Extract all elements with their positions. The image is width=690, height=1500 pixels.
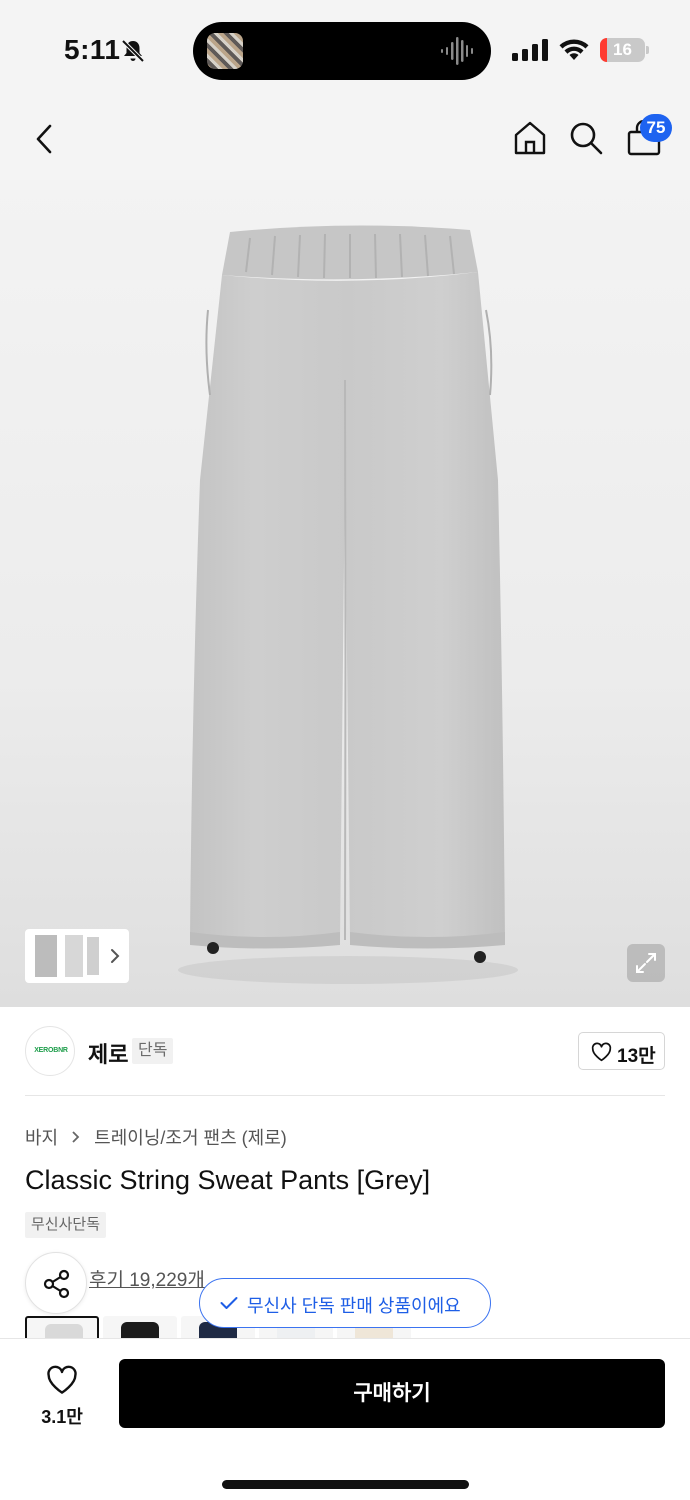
top-navigation: 75 <box>0 100 690 180</box>
product-title: Classic String Sweat Pants [Grey] <box>25 1165 431 1195</box>
wifi-icon <box>559 39 589 60</box>
home-icon[interactable] <box>512 120 548 156</box>
product-photo-pants <box>178 225 518 984</box>
exclusive-badge: 무신사단독 <box>25 1212 107 1238</box>
status-time: 5:11 <box>64 34 121 65</box>
brand-like-button[interactable]: 13만 <box>578 1032 665 1070</box>
breadcrumb-item[interactable]: 바지 <box>25 1128 58 1148</box>
buy-button[interactable]: 구매하기 <box>119 1359 665 1428</box>
battery-percentage: 16 <box>613 40 632 59</box>
bell-slash-icon <box>121 39 145 63</box>
color-swatch[interactable] <box>103 1316 177 1340</box>
wishlist-button[interactable]: 3.1만 <box>30 1361 94 1431</box>
wishlist-count: 3.1만 <box>41 1407 83 1427</box>
share-button[interactable] <box>25 1252 87 1314</box>
checkmark-icon <box>220 1297 238 1309</box>
brand-logo-text: XEROBNR <box>34 1047 68 1054</box>
back-chevron-icon[interactable] <box>30 122 60 156</box>
breadcrumb-item[interactable]: 트레이닝/조거 팬츠 (제로) <box>94 1128 287 1148</box>
exclusive-toast: 무신사 단독 판매 상품이에요 <box>199 1278 491 1328</box>
chevron-right-icon <box>71 1128 81 1149</box>
thumbnail-preview <box>35 935 120 977</box>
heart-icon <box>47 1365 77 1394</box>
brand-logo[interactable]: XEROBNR <box>25 1026 75 1076</box>
share-icon <box>43 1269 70 1299</box>
breadcrumb: 바지 트레이닝/조거 팬츠 (제로) <box>25 1124 287 1150</box>
brand-name[interactable]: 제로 <box>88 1037 128 1069</box>
now-playing-artwork <box>207 33 243 69</box>
brand-like-count: 13만 <box>617 1046 656 1067</box>
cart-count-badge: 75 <box>640 114 672 142</box>
status-bar: 5:11 16 <box>0 0 690 100</box>
brand-exclusive-tag: 단독 <box>132 1038 174 1064</box>
bottom-action-bar: 3.1만 구매하기 <box>0 1338 690 1500</box>
battery-indicator: 16 <box>600 38 650 62</box>
home-indicator <box>222 1480 469 1489</box>
heart-icon <box>591 1042 612 1062</box>
image-thumbnail-strip[interactable] <box>25 929 129 983</box>
review-count-link[interactable]: 후기 19,229개 <box>89 1265 205 1292</box>
color-swatch[interactable] <box>25 1316 99 1340</box>
expand-arrows-icon[interactable] <box>627 944 665 982</box>
audio-waveform-icon <box>441 37 473 65</box>
cellular-signal-icon <box>512 39 548 61</box>
section-divider <box>25 1095 665 1096</box>
dynamic-island[interactable] <box>193 22 491 80</box>
toast-message: 무신사 단독 판매 상품이에요 <box>247 1296 461 1316</box>
product-image[interactable] <box>0 180 690 1007</box>
search-icon[interactable] <box>568 120 604 156</box>
